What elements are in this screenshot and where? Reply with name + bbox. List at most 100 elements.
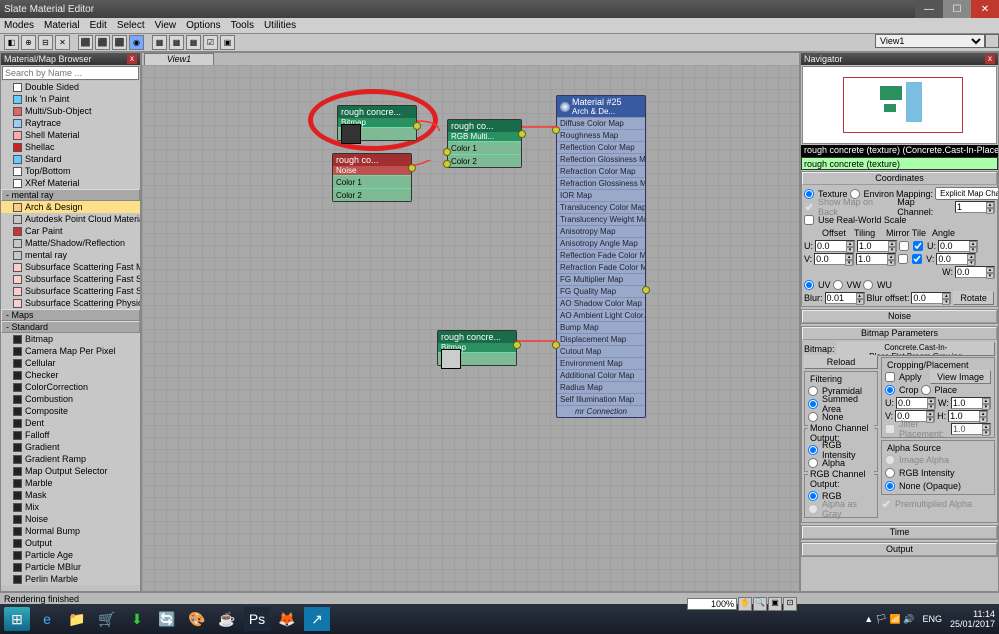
menu-tools[interactable]: Tools	[231, 20, 254, 31]
radio-wu[interactable]	[863, 280, 873, 290]
tree-item[interactable]: Map Output Selector	[1, 465, 140, 477]
material-slot[interactable]: Reflection Glossiness Map	[557, 153, 645, 165]
tree-item[interactable]: Gradient	[1, 441, 140, 453]
rollout-output[interactable]: Output	[802, 543, 997, 556]
map-channel-input[interactable]	[956, 202, 986, 212]
search-input[interactable]	[2, 66, 139, 80]
tree-item[interactable]: Particle MBlur	[1, 561, 140, 573]
toolbar-button[interactable]: ◉	[129, 35, 144, 50]
material-slot[interactable]: AO Ambient Light Color...	[557, 309, 645, 321]
radio-rgb[interactable]	[808, 491, 818, 501]
material-slot[interactable]: Refraction Color Map	[557, 165, 645, 177]
node-material[interactable]: Material #25Arch & De... Diffuse Color M…	[556, 95, 646, 418]
radio-summed[interactable]	[808, 399, 818, 409]
tree-item[interactable]: Mask	[1, 489, 140, 501]
rollout-bitmap-params[interactable]: Bitmap Parameters	[802, 327, 997, 340]
material-slot[interactable]: Environment Map	[557, 357, 645, 369]
radio-crop[interactable]	[885, 385, 895, 395]
toolbar-button[interactable]: ▦	[169, 35, 184, 50]
u-offset[interactable]	[816, 241, 846, 251]
material-slot[interactable]: Reflection Color Map	[557, 141, 645, 153]
navigator-close-icon[interactable]: x	[985, 54, 995, 64]
radio-uv[interactable]	[804, 280, 814, 290]
toolbar-button[interactable]: ⬛	[78, 35, 93, 50]
tree-item[interactable]: Marble	[1, 477, 140, 489]
menu-utilities[interactable]: Utilities	[264, 20, 296, 31]
material-slot[interactable]: IOR Map	[557, 189, 645, 201]
tree-item-arch-design[interactable]: Arch & Design	[1, 201, 140, 213]
maximize-button[interactable]: ☐	[943, 0, 971, 18]
v-offset[interactable]	[815, 254, 845, 264]
tree-item[interactable]: Ink 'n Paint	[1, 93, 140, 105]
reload-button[interactable]: Reload	[804, 355, 878, 369]
radio-pyramidal[interactable]	[808, 386, 818, 396]
v-tile[interactable]	[912, 254, 922, 264]
menu-options[interactable]: Options	[186, 20, 220, 31]
material-slot[interactable]: Anisotropy Angle Map	[557, 237, 645, 249]
node-bitmap-2[interactable]: rough concre... Bitmap	[437, 330, 517, 366]
toolbar-button[interactable]: ✕	[55, 35, 70, 50]
material-slot[interactable]: Bump Map	[557, 321, 645, 333]
material-slot[interactable]: Reflection Fade Color Map	[557, 249, 645, 261]
zoom-icon[interactable]: ▣	[768, 597, 782, 611]
zoom-percent[interactable]: 100%	[687, 598, 737, 610]
material-slot[interactable]: Diffuse Color Map	[557, 117, 645, 129]
blur-offset-input[interactable]	[912, 293, 942, 303]
tree-item[interactable]: Dent	[1, 417, 140, 429]
tab-view1[interactable]: View1	[144, 53, 214, 65]
minimize-button[interactable]: —	[915, 0, 943, 18]
tree-item[interactable]: Shellac	[1, 141, 140, 153]
node-noise[interactable]: rough co... Noise Color 1 Color 2	[332, 153, 412, 202]
taskbar-explorer-icon[interactable]: 📁	[64, 607, 90, 631]
material-slot[interactable]: Refraction Glossiness Map	[557, 177, 645, 189]
material-slot[interactable]: FG Quality Map	[557, 285, 645, 297]
radio-alpha[interactable]	[808, 458, 818, 468]
taskbar-ie-icon[interactable]: e	[34, 607, 60, 631]
tree-item[interactable]: Matte/Shadow/Reflection	[1, 237, 140, 249]
taskbar-app-icon[interactable]: ⬇	[124, 607, 150, 631]
check-apply[interactable]	[885, 372, 895, 382]
tray-flag-icon[interactable]: ▲ 🏳 📶 🔊	[864, 614, 914, 625]
material-name-input[interactable]	[801, 157, 998, 170]
u-tiling[interactable]	[858, 241, 888, 251]
tree-item[interactable]: Checker	[1, 369, 140, 381]
tree-item[interactable]: Top/Bottom	[1, 165, 140, 177]
category-maps[interactable]: - Maps	[1, 309, 140, 321]
material-slot[interactable]: Anisotropy Map	[557, 225, 645, 237]
check-realworld[interactable]	[804, 215, 814, 225]
u-mirror[interactable]	[899, 241, 909, 251]
taskbar-app-icon[interactable]: 🎨	[184, 607, 210, 631]
tree-item[interactable]: Gradient Ramp	[1, 453, 140, 465]
view-button[interactable]	[985, 34, 999, 48]
category-standard[interactable]: - Standard	[1, 321, 140, 333]
tree-item[interactable]: Normal Bump	[1, 525, 140, 537]
tree-item[interactable]: Double Sided	[1, 81, 140, 93]
taskbar-store-icon[interactable]: 🛒	[94, 607, 120, 631]
crop-u[interactable]	[897, 398, 927, 408]
toolbar-button[interactable]: ☑	[203, 35, 218, 50]
toolbar-button[interactable]: ⬛	[112, 35, 127, 50]
taskbar-app-icon[interactable]: ☕	[214, 607, 240, 631]
tree-item[interactable]: Car Paint	[1, 225, 140, 237]
tree-item[interactable]: Shell Material	[1, 129, 140, 141]
category-mentalray[interactable]: - mental ray	[1, 189, 140, 201]
taskbar-app-icon[interactable]: 🔄	[154, 607, 180, 631]
toolbar-button[interactable]: ⊕	[21, 35, 36, 50]
tree-item[interactable]: Raytrace	[1, 117, 140, 129]
material-slot[interactable]: Radius Map	[557, 381, 645, 393]
v-mirror[interactable]	[898, 254, 908, 264]
material-slot[interactable]: Additional Color Map	[557, 369, 645, 381]
tree-item[interactable]: Combustion	[1, 393, 140, 405]
node-rgb-multiply[interactable]: rough co... RGB Multi... Color 1 Color 2	[447, 119, 522, 168]
tree-item[interactable]: Composite	[1, 405, 140, 417]
tree-item[interactable]: Perlin Marble	[1, 573, 140, 585]
tree-item[interactable]: Falloff	[1, 429, 140, 441]
tree-item[interactable]: Standard	[1, 153, 140, 165]
tree-item[interactable]: ColorCorrection	[1, 381, 140, 393]
w-angle[interactable]	[956, 267, 986, 277]
node-canvas[interactable]: rough concre... Bitmap rough co... Noise…	[142, 65, 799, 591]
tray-time[interactable]: 11:14	[950, 609, 995, 619]
crop-h[interactable]	[949, 411, 979, 421]
material-slot[interactable]: Roughness Map	[557, 129, 645, 141]
radio-place[interactable]	[921, 385, 931, 395]
